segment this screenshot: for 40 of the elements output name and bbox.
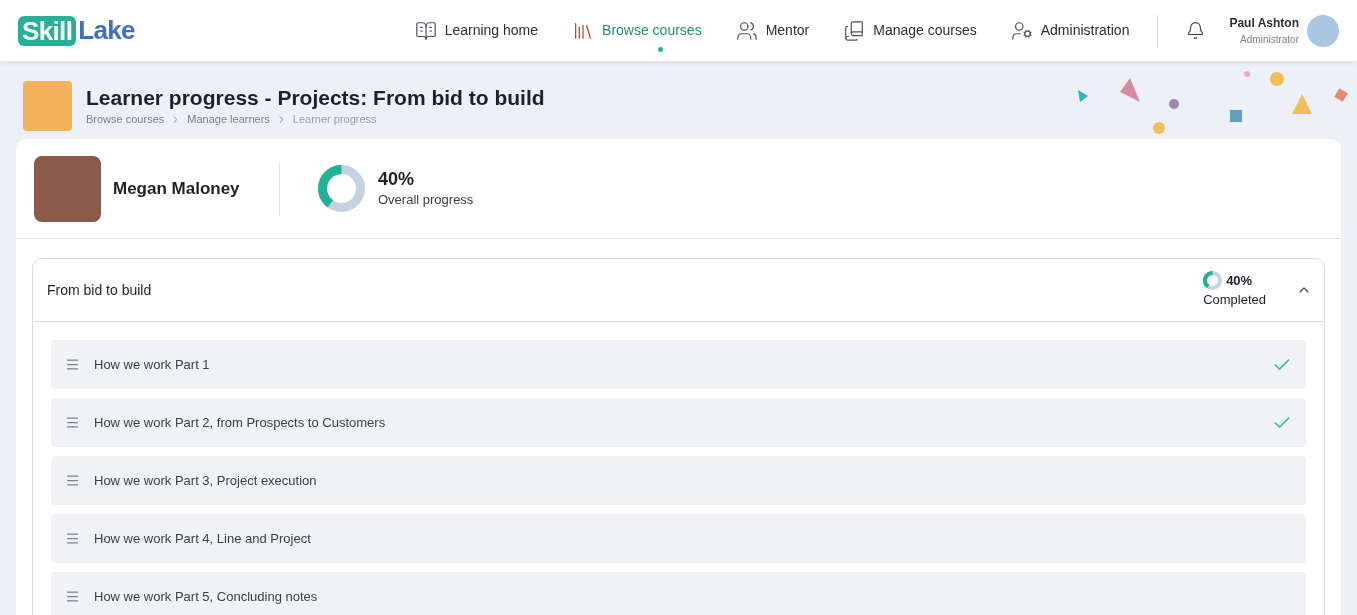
- nav-icon: [414, 19, 437, 42]
- course-header[interactable]: From bid to build 40% Completed: [33, 259, 1324, 322]
- nav-link[interactable]: Administration: [1010, 19, 1130, 42]
- nav-link[interactable]: Manage courses: [843, 19, 977, 42]
- lesson-icon: [65, 357, 80, 372]
- photo-placeholder: [34, 155, 101, 222]
- nav-icon: [1010, 19, 1033, 42]
- lesson-row[interactable]: How we work Part 4, Line and Project: [51, 514, 1306, 563]
- lesson-title: How we work Part 5, Concluding notes: [94, 587, 318, 606]
- user-name: Paul Ashton: [1229, 15, 1299, 32]
- nav-icon: [843, 19, 866, 42]
- lesson-icon: [65, 589, 80, 604]
- lesson-title: How we work Part 3, Project execution: [94, 471, 317, 490]
- nav-link[interactable]: Browse courses: [572, 19, 702, 42]
- notification-icon[interactable]: [1186, 21, 1206, 40]
- course-title: From bid to build: [47, 280, 152, 300]
- progress-value: 40%: [1226, 271, 1253, 290]
- breadcrumb-link[interactable]: Manage learners: [187, 110, 270, 128]
- progress-label: Overall progress: [378, 190, 474, 209]
- lesson-row[interactable]: How we work Part 5, Concluding notes: [51, 572, 1306, 615]
- page-title: Learner progress - Projects: From bid to build: [86, 84, 545, 111]
- lesson-icon: [65, 531, 80, 546]
- nav-link[interactable]: Mentor: [735, 19, 810, 42]
- lesson-title: How we work Part 2, from Prospects to Customers: [94, 413, 386, 432]
- lesson-row[interactable]: How we work Part 2, from Prospects to Customers: [51, 398, 1306, 447]
- nav-link[interactable]: Learning home: [414, 19, 539, 42]
- lesson-row[interactable]: How we work Part 3, Project execution: [51, 456, 1306, 505]
- lesson-title: How we work Part 1: [94, 355, 210, 374]
- lesson-row[interactable]: How we work Part 1: [51, 340, 1306, 389]
- lesson-icon: [65, 473, 80, 488]
- logo[interactable]: Skill Lake: [18, 11, 135, 50]
- course-image: [23, 81, 72, 131]
- nav-icon: [735, 19, 758, 42]
- progress-value: 40%: [378, 167, 416, 190]
- progress-label: Completed: [1203, 291, 1266, 309]
- learner-name: Megan Maloney: [113, 177, 241, 200]
- lesson-title: How we work Part 4, Line and Project: [94, 529, 311, 548]
- user-role: Administrator: [1240, 33, 1299, 47]
- lesson-icon: [65, 415, 80, 430]
- breadcrumb-link[interactable]: Browse courses: [86, 110, 165, 128]
